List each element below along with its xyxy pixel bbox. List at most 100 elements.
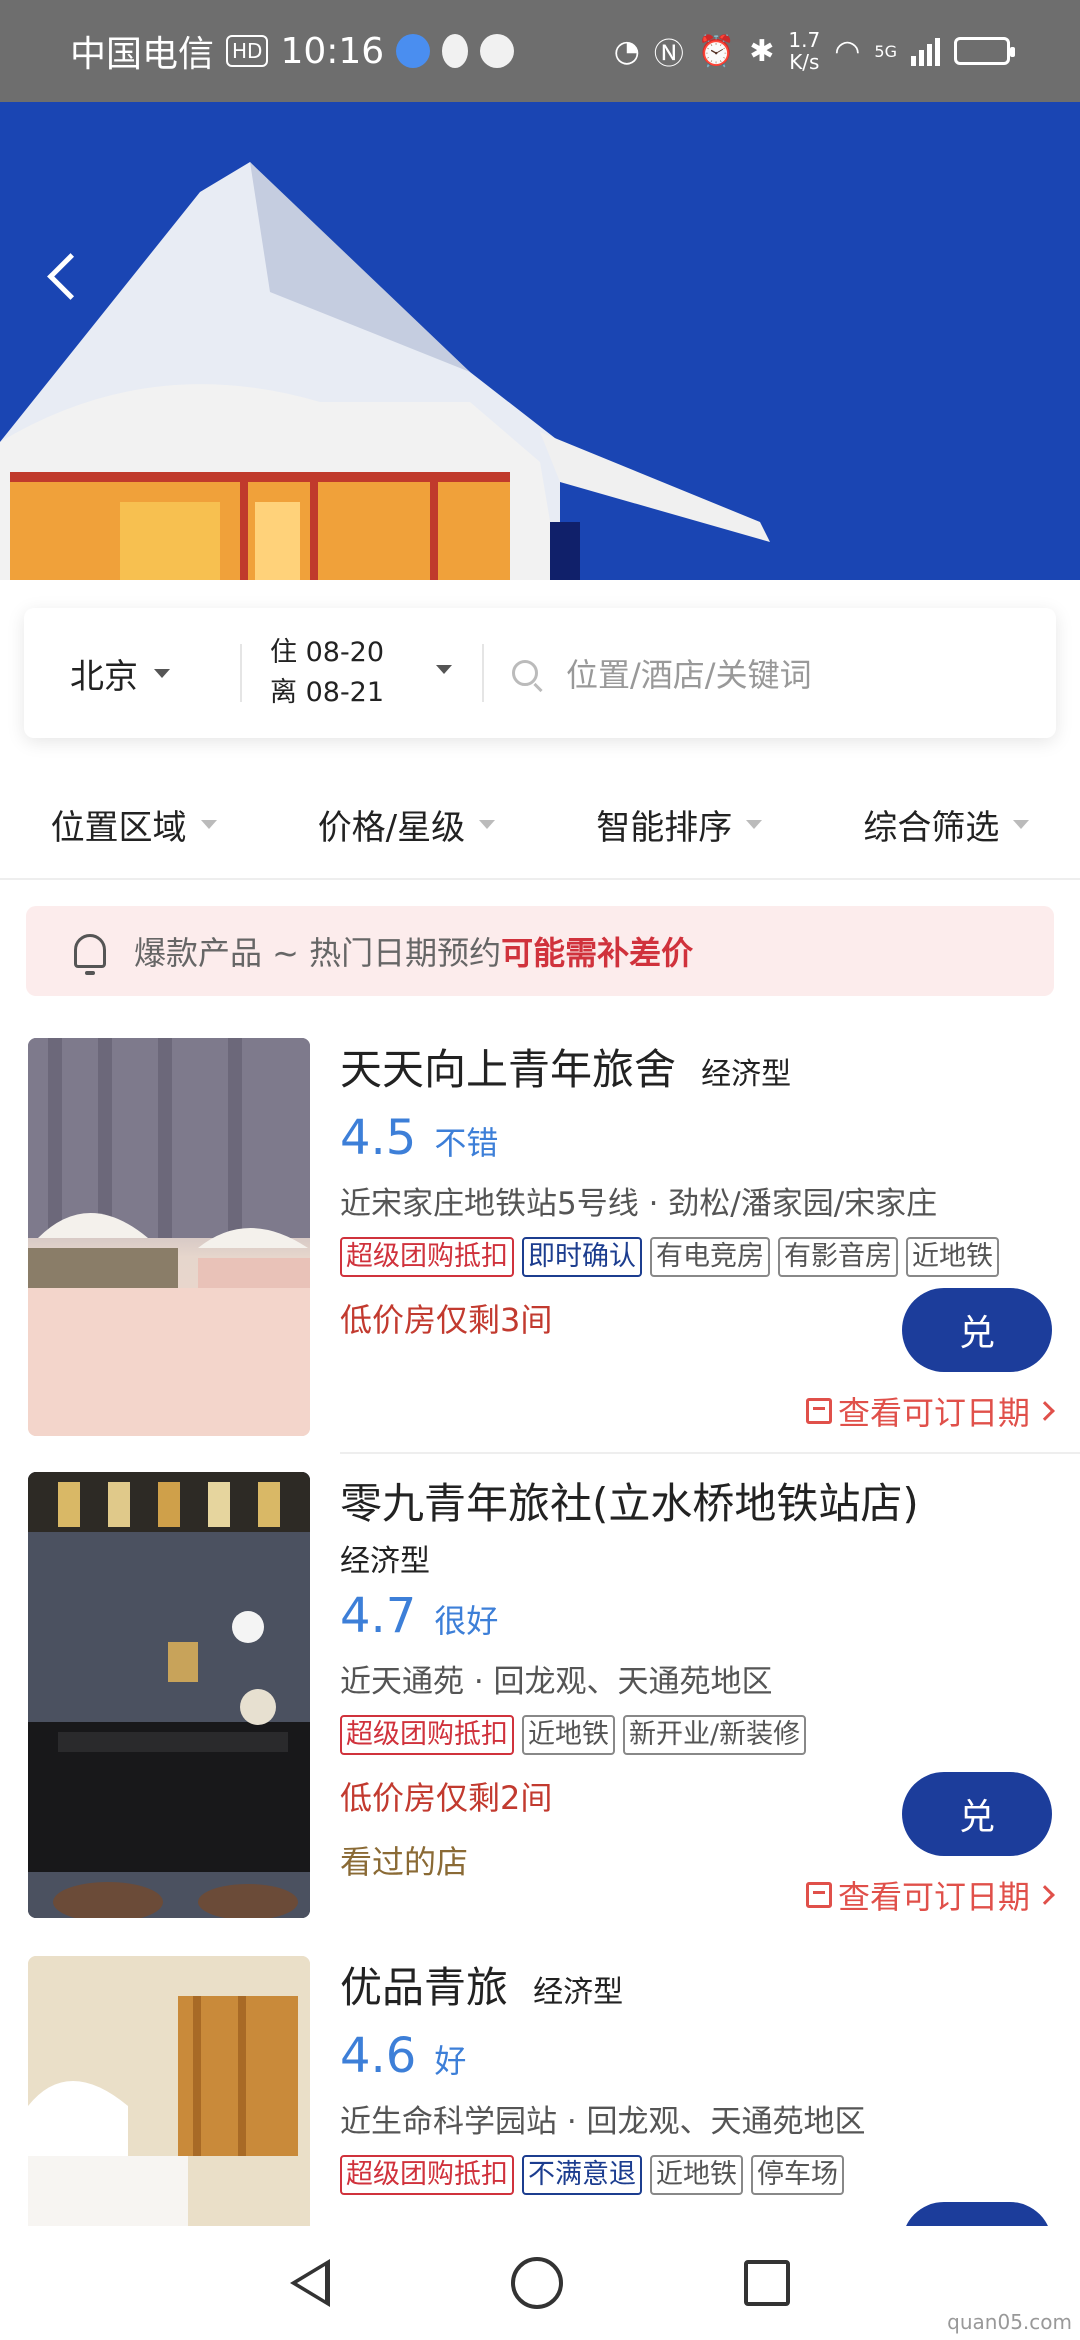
hero-tent-illustration [0,102,1080,580]
hotel-card[interactable]: 零九青年旅社(立水桥地铁站店) 经济型 4.7 很好 近天通苑 · 回龙观、天通… [0,1472,1080,1922]
hotel-photo[interactable] [28,1472,310,1918]
hotel-type: 经济型 [533,1975,624,2010]
availability-label: 查看可订日期 [837,1394,1030,1432]
notice-text: 爆款产品 ~ 热门日期预约 [134,934,502,972]
hotel-name: 优品青旅 [340,1963,509,2012]
carrier-label: 中国电信 [70,34,215,75]
hotel-tags: 超级团购抵扣 即时确认 有电竞房 有影音房 近地铁 [340,1237,1060,1277]
availability-label: 查看可订日期 [837,1878,1030,1916]
view-available-dates-link[interactable]: 查看可订日期 [805,1872,1055,1918]
tag: 有电竞房 [650,1237,770,1277]
caret-down-icon [200,819,217,829]
hotel-location: 近天通苑 · 回龙观、天通苑地区 [340,1664,773,1700]
city-selector[interactable]: 北京 [24,649,240,698]
clock: 10:16 [280,30,385,72]
hero-banner-image [0,102,1080,580]
network-speed: 1.7 K/s [788,29,820,73]
tag: 不满意退 [522,2155,642,2195]
wechat-icon [480,34,515,68]
wifi-icon: ◠ [834,33,861,69]
nav-home-icon[interactable] [510,2257,563,2309]
room-illustration [28,1956,310,2226]
hotel-photo[interactable] [28,1038,310,1436]
status-left: 中国电信 HD 10:16 [70,25,515,77]
rating-score: 4.6 [340,2028,417,2084]
filter-combined[interactable]: 综合筛选 [863,800,1030,849]
caret-down-icon [436,665,452,674]
tag: 有影音房 [778,1237,898,1277]
hotel-rating: 4.7 很好 [340,1588,1060,1644]
redeem-button[interactable]: 兑 [902,1288,1052,1372]
tag: 停车场 [751,2155,844,2195]
search-icon [512,660,538,686]
hotel-tags: 超级团购抵扣 近地铁 新开业/新装修 [340,1715,1060,1755]
filter-label: 智能排序 [596,807,733,848]
rating-word: 很好 [434,1602,499,1640]
filter-label: 综合筛选 [863,807,1000,848]
filter-bar: 位置区域 价格/星级 智能排序 综合筛选 [0,770,1080,880]
nfc-icon: ◔ [613,33,640,69]
tag: 近地铁 [906,1237,999,1277]
hotel-info: 优品青旅 经济型 4.6 好 近生命科学园站 · 回龙观、天通苑地区 超级团购抵… [340,1960,1060,2195]
filter-sort[interactable]: 智能排序 [596,800,763,849]
hotel-tags: 超级团购抵扣 不满意退 近地铁 停车场 [340,2155,1060,2195]
city-label: 北京 [70,656,138,697]
nav-recents-icon[interactable] [743,2260,790,2306]
bell-icon [74,934,106,975]
checkout-date: 离 08-21 [270,677,385,708]
notice-banner: 爆款产品 ~ 热门日期预约 可能需补差价 [26,906,1054,996]
status-bar: 中国电信 HD 10:16 ◔ Ⓝ ⏰ ✱ 1.7 K/s ◠ 5G [0,0,1080,102]
hotel-rating: 4.6 好 [340,2028,1060,2084]
hotel-photo[interactable] [28,1956,310,2226]
view-available-dates-link[interactable]: 查看可订日期 [805,1388,1055,1434]
search-input[interactable]: 位置/酒店/关键词 [484,650,1056,696]
caret-down-icon [746,819,763,829]
nav-back-icon[interactable] [290,2259,331,2307]
alarm-icon: ⏰ [697,33,736,69]
hotel-name: 天天向上青年旅舍 [340,1045,677,1094]
search-placeholder: 位置/酒店/关键词 [566,656,812,694]
caret-down-icon [479,819,496,829]
redeem-button[interactable]: 兑 [902,1772,1052,1856]
filter-location[interactable]: 位置区域 [51,800,217,849]
watermark: quan05.com [947,2310,1072,2334]
hotel-card[interactable]: 天天向上青年旅舍 经济型 4.5 不错 近宋家庄地铁站5号线 · 劲松/潘家园/… [0,1038,1080,1438]
qq-icon [442,34,469,68]
network-type: 5G [874,41,897,61]
hotel-location: 近宋家庄地铁站5号线 · 劲松/潘家园/宋家庄 [340,1186,938,1222]
hotel-location: 近生命科学园站 · 回龙观、天通苑地区 [340,2104,866,2140]
tag: 超级团购抵扣 [340,1237,514,1277]
hotel-type: 经济型 [340,1544,430,1579]
caret-down-icon [1013,819,1030,829]
browser-icon [396,34,431,68]
filter-label: 价格/星级 [317,807,466,848]
filter-label: 位置区域 [50,807,187,848]
notice-highlight: 可能需补差价 [501,934,694,972]
caret-down-icon [154,668,170,678]
redeem-button[interactable] [902,2202,1052,2226]
speed-value: 1.7 [788,28,821,52]
back-button[interactable] [38,252,92,306]
calendar-icon [805,1882,832,1908]
tag: 新开业/新装修 [623,1715,807,1755]
divider [340,1452,1080,1454]
status-right: ◔ Ⓝ ⏰ ✱ 1.7 K/s ◠ 5G [613,29,1015,73]
room-illustration [28,1472,310,1918]
speed-unit: K/s [789,50,820,74]
filter-price-star[interactable]: 价格/星级 [317,800,496,849]
system-nav-bar [0,2226,1080,2340]
n-icon: Ⓝ [653,37,684,72]
date-selector[interactable]: 住 08-20 离 08-21 [242,633,482,713]
hotel-type: 经济型 [701,1057,792,1092]
rating-word: 好 [434,2042,467,2080]
hotel-name: 零九青年旅社(立水桥地铁站店) [340,1479,919,1528]
calendar-icon [805,1398,832,1424]
bluetooth-icon: ✱ [749,33,775,69]
room-illustration [28,1038,310,1436]
tag: 超级团购抵扣 [340,2155,514,2195]
hotel-card[interactable]: 优品青旅 经济型 4.6 好 近生命科学园站 · 回龙观、天通苑地区 超级团购抵… [0,1956,1080,2226]
signal-icon [911,36,940,66]
rating-score: 4.7 [340,1588,417,1644]
tag: 近地铁 [650,2155,743,2195]
rating-word: 不错 [434,1124,499,1162]
